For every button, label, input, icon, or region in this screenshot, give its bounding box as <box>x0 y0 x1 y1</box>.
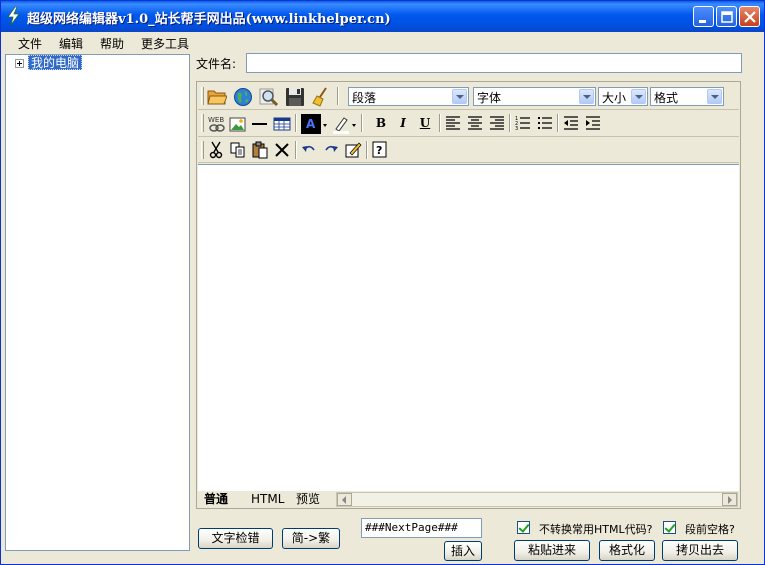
chevron-down-icon[interactable] <box>707 89 722 104</box>
bold-button[interactable]: B <box>371 113 391 133</box>
paste-in-button[interactable]: 粘贴进来 <box>514 540 590 561</box>
menu-file[interactable]: 文件 <box>18 35 42 52</box>
format-button[interactable]: 格式化 <box>599 540 655 561</box>
toolbar-separator <box>366 141 368 159</box>
font-select[interactable]: 字体 <box>473 87 596 106</box>
font-color-icon[interactable]: A <box>299 112 327 134</box>
menu-more-tools[interactable]: 更多工具 <box>141 35 189 52</box>
menu-edit[interactable]: 编辑 <box>59 35 83 52</box>
tree-item-my-computer[interactable]: 我的电脑 <box>28 55 83 70</box>
undo-icon[interactable] <box>298 139 322 161</box>
cut-scissors-icon[interactable] <box>205 139 229 161</box>
nextpage-separator-input[interactable]: ###NextPage### <box>361 518 482 538</box>
copy-out-button[interactable]: 拷贝出去 <box>662 540 738 561</box>
filename-input[interactable] <box>246 53 742 73</box>
tab-preview[interactable]: 预览 <box>296 491 320 508</box>
view-tabs: 普通 HTML 预览 <box>198 491 739 508</box>
paragraph-indent-checkbox[interactable] <box>663 521 676 534</box>
size-select-value: 大小 <box>602 91 627 105</box>
indent-icon[interactable] <box>582 112 606 134</box>
toolbar-grip[interactable] <box>201 141 204 159</box>
toolbar-separator <box>509 114 511 132</box>
svg-text:WEB: WEB <box>208 116 224 124</box>
tab-html[interactable]: HTML <box>251 491 284 508</box>
redo-icon[interactable] <box>320 139 344 161</box>
open-folder-icon[interactable] <box>205 85 229 107</box>
tab-normal[interactable]: 普通 <box>204 491 228 508</box>
toolbar-separator <box>361 114 363 132</box>
font-select-value: 字体 <box>477 91 502 105</box>
chevron-down-icon[interactable] <box>452 89 467 104</box>
editor-panel: 段落 字体 大小 格式 WEB A B I U 1 2 3 ? 普通 HTML … <box>196 81 741 509</box>
no-convert-html-label: 不转换常用HTML代码? <box>539 523 653 536</box>
italic-button[interactable]: I <box>393 113 413 133</box>
folder-tree[interactable]: 我的电脑 <box>5 54 190 551</box>
toolbar-separator <box>557 114 559 132</box>
title-bar[interactable]: 超级网络编辑器v1.0_站长帮手网出品(www.linkhelper.cn) <box>1 1 764 32</box>
clean-broom-icon[interactable] <box>309 85 333 107</box>
editor-content-area[interactable] <box>198 164 739 492</box>
close-button[interactable] <box>739 6 760 27</box>
toolbar-separator <box>295 141 297 159</box>
size-select[interactable]: 大小 <box>598 87 648 106</box>
help-question-icon[interactable]: ? <box>369 139 393 161</box>
insert-button[interactable]: 插入 <box>444 541 482 561</box>
lightning-icon <box>7 7 20 25</box>
align-right-icon[interactable] <box>486 112 510 134</box>
insert-table-icon[interactable] <box>270 112 294 134</box>
tree-expand-icon[interactable] <box>15 59 24 68</box>
format-select[interactable]: 格式 <box>650 87 724 106</box>
outdent-icon[interactable] <box>560 112 584 134</box>
simplified-to-traditional-button[interactable]: 简->繁 <box>282 528 340 549</box>
toolbar-row-1: 段落 字体 大小 格式 <box>198 83 739 110</box>
toolbar-row-2: WEB A B I U 1 2 3 <box>198 110 739 137</box>
globe-icon[interactable] <box>231 85 255 107</box>
minimize-button[interactable] <box>693 6 714 27</box>
delete-x-icon[interactable] <box>271 139 295 161</box>
filename-label: 文件名: <box>196 57 237 71</box>
menu-help[interactable]: 帮助 <box>100 35 124 52</box>
edit-note-icon[interactable] <box>342 139 366 161</box>
no-convert-html-checkbox[interactable] <box>517 521 530 534</box>
chevron-down-icon[interactable] <box>579 89 594 104</box>
insert-image-icon[interactable] <box>226 112 250 134</box>
save-disk-icon[interactable] <box>283 85 307 107</box>
align-left-icon[interactable] <box>442 112 466 134</box>
toolbar-grip[interactable] <box>201 87 204 105</box>
maximize-button[interactable] <box>716 6 737 27</box>
toolbar-row-3: ? <box>198 137 739 163</box>
paragraph-select[interactable]: 段落 <box>348 87 469 106</box>
spellcheck-button[interactable]: 文字检错 <box>198 528 273 549</box>
paste-clipboard-icon[interactable] <box>249 139 273 161</box>
align-center-icon[interactable] <box>464 112 488 134</box>
highlight-pen-icon[interactable] <box>329 112 356 134</box>
menu-bar: 文件 编辑 帮助 更多工具 <box>1 32 764 53</box>
horizontal-scrollbar[interactable] <box>336 492 738 507</box>
paragraph-select-value: 段落 <box>352 91 377 105</box>
bullet-list-icon[interactable] <box>534 112 558 134</box>
toolbar-separator <box>295 114 297 132</box>
toolbar-separator <box>439 114 441 132</box>
svg-text:3: 3 <box>515 126 518 132</box>
format-select-value: 格式 <box>654 91 679 105</box>
maximize-icon <box>721 11 733 23</box>
search-magnifier-icon[interactable] <box>257 85 281 107</box>
svg-text:?: ? <box>376 144 382 157</box>
scroll-right-arrow-icon[interactable] <box>722 493 737 506</box>
toolbar-grip[interactable] <box>201 114 204 132</box>
svg-text:A: A <box>306 117 316 131</box>
paragraph-indent-label: 段前空格? <box>685 523 735 536</box>
window-title: 超级网络编辑器v1.0_站长帮手网出品(www.linkhelper.cn) <box>27 12 391 27</box>
close-icon <box>744 11 756 23</box>
toolbar-separator <box>337 87 339 105</box>
horizontal-rule-icon[interactable] <box>248 112 272 134</box>
scroll-left-arrow-icon[interactable] <box>337 493 352 506</box>
numbered-list-icon[interactable]: 123 <box>512 112 536 134</box>
chevron-down-icon[interactable] <box>631 89 646 104</box>
underline-button[interactable]: U <box>415 113 435 133</box>
copy-icon[interactable] <box>227 139 251 161</box>
app-window: 超级网络编辑器v1.0_站长帮手网出品(www.linkhelper.cn) 文… <box>0 0 765 565</box>
minimize-icon <box>699 20 706 23</box>
